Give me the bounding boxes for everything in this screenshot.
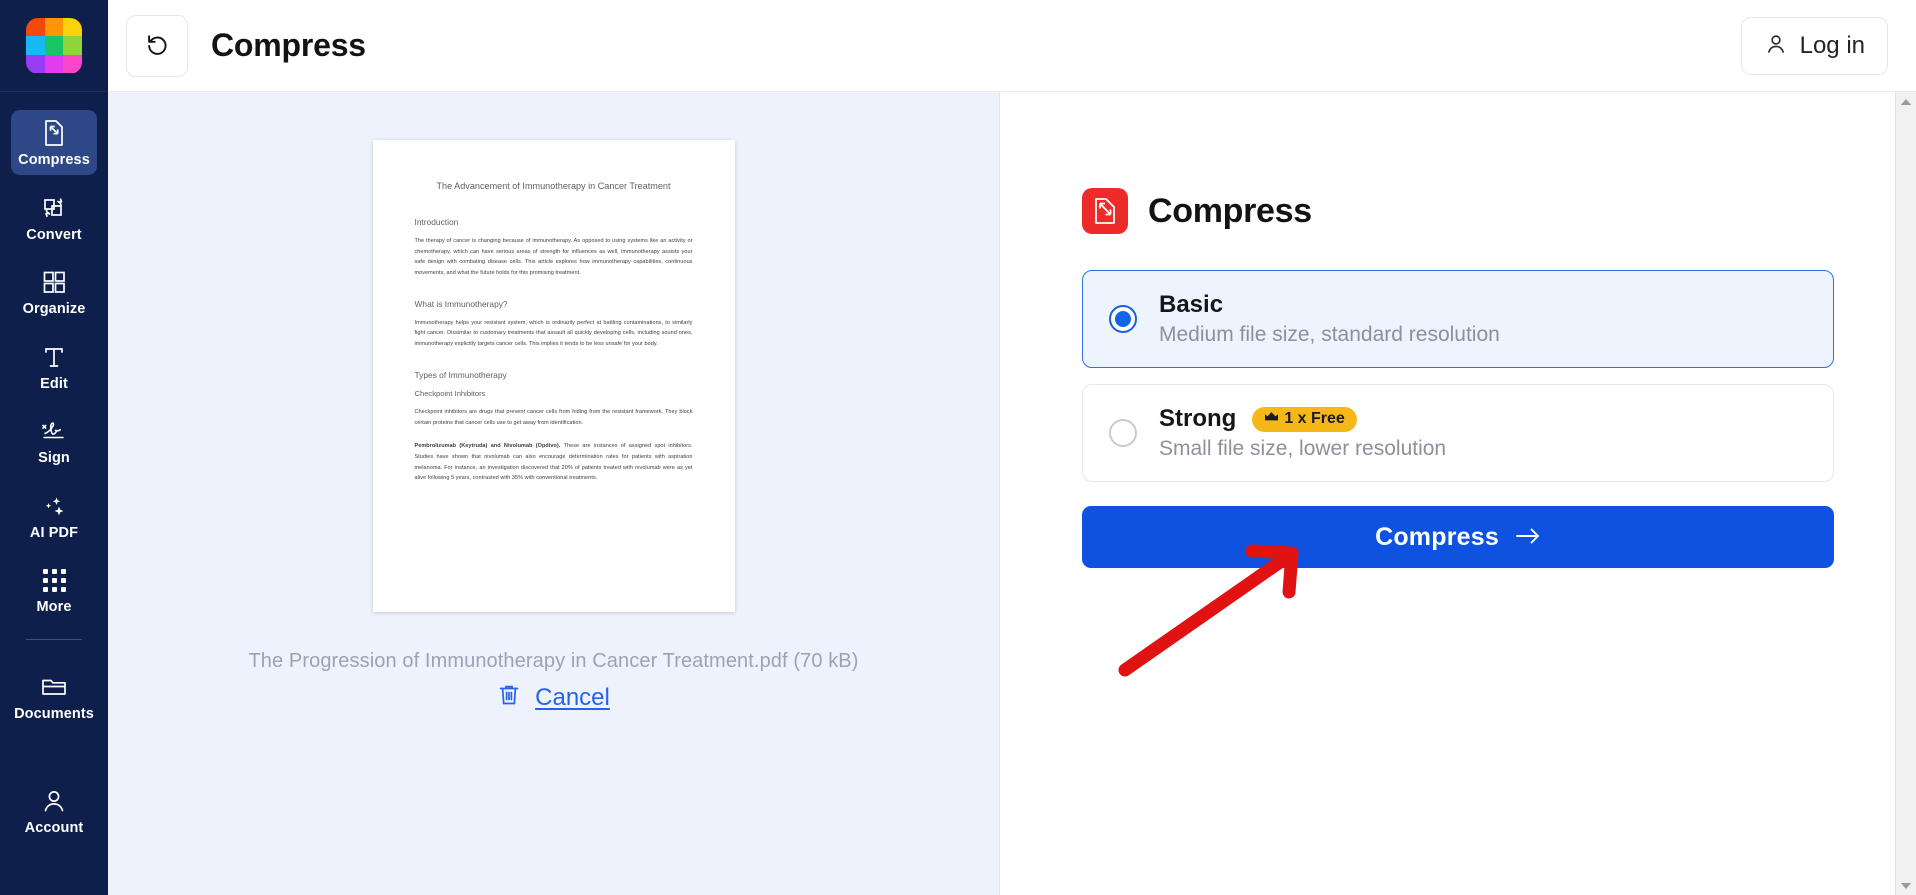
option-strong-name: Strong xyxy=(1159,405,1237,432)
organize-icon xyxy=(40,267,68,297)
app-root: Compress Convert Organize Edit Sign AI P… xyxy=(0,0,1916,895)
sidebar-item-label: Convert xyxy=(26,226,82,243)
user-icon xyxy=(40,786,68,816)
sidebar-item-account[interactable]: Account xyxy=(11,778,97,843)
radio-strong[interactable] xyxy=(1109,419,1137,447)
sidebar-nav-primary: Compress Convert Organize Edit Sign AI P… xyxy=(11,100,97,646)
doc-paragraph: Immunotherapy helps your resistant syste… xyxy=(414,319,693,348)
radio-basic[interactable] xyxy=(1109,305,1137,333)
body-split: The Advancement of Immunotherapy in Canc… xyxy=(108,92,1916,895)
sidebar-item-documents[interactable]: Documents xyxy=(11,664,97,729)
arrow-right-icon xyxy=(1515,527,1541,548)
sidebar-item-ai-pdf[interactable]: AI PDF xyxy=(11,483,97,548)
sidebar-nav-secondary: Documents Account xyxy=(11,646,97,843)
doc-heading: Introduction xyxy=(414,216,459,227)
caret-up-icon[interactable] xyxy=(1896,92,1916,111)
option-basic-title-row: Basic xyxy=(1159,291,1500,319)
sidebar-divider xyxy=(26,638,82,640)
option-strong-description: Small file size, lower resolution xyxy=(1159,437,1447,460)
sidebar: Compress Convert Organize Edit Sign AI P… xyxy=(0,0,108,895)
preview-pane: The Advancement of Immunotherapy in Canc… xyxy=(108,92,1000,895)
sidebar-item-label: Edit xyxy=(40,375,68,392)
user-icon xyxy=(1764,32,1788,59)
login-label: Log in xyxy=(1799,31,1865,59)
status-badge: 1 x Free xyxy=(1252,406,1357,432)
doc-paragraph: The therapy of cancer is changing becaus… xyxy=(414,237,693,276)
logo-container[interactable] xyxy=(0,0,108,92)
doc-paragraph: Pembrolizumab (Keytruda) and Nivolumab (… xyxy=(415,441,693,484)
option-strong[interactable]: Strong 1 x Free Small file size, lower r… xyxy=(1082,384,1834,482)
grid-dots-icon xyxy=(42,565,66,595)
cancel-button[interactable]: Cancel xyxy=(108,682,999,713)
sidebar-item-label: AI PDF xyxy=(29,524,79,541)
options-header: Compress xyxy=(1082,188,1834,234)
signature-icon xyxy=(39,416,69,446)
back-button[interactable] xyxy=(126,14,188,77)
sidebar-item-sign[interactable]: Sign xyxy=(11,408,97,473)
main-column: Compress Log in The Advancement of Immun… xyxy=(108,0,1916,895)
folder-icon xyxy=(39,672,69,702)
option-strong-text: Strong 1 x Free Small file size, lower r… xyxy=(1159,405,1446,461)
doc-paragraph: Checkpoint inhibitors are drugs that pre… xyxy=(414,408,693,426)
sidebar-item-label: Account xyxy=(24,820,84,836)
doc-heading: Types of Immunotherapy xyxy=(414,369,507,380)
crown-icon xyxy=(1264,411,1279,427)
page-title: Compress xyxy=(211,27,366,63)
login-button[interactable]: Log in xyxy=(1740,16,1888,75)
compress-submit-label: Compress xyxy=(1375,522,1499,551)
sidebar-item-more[interactable]: More xyxy=(11,557,97,622)
caret-down-icon[interactable] xyxy=(1896,876,1916,895)
options-pane: Compress Basic Medium file size, standar… xyxy=(1000,92,1916,895)
option-strong-title-row: Strong 1 x Free xyxy=(1159,405,1446,433)
option-basic-description: Medium file size, standard resolution xyxy=(1159,323,1500,346)
sidebar-item-organize[interactable]: Organize xyxy=(11,259,97,324)
smallpdf-logo[interactable] xyxy=(26,17,82,74)
sidebar-item-label: Compress xyxy=(18,152,90,168)
option-basic[interactable]: Basic Medium file size, standard resolut… xyxy=(1082,270,1834,368)
trash-icon xyxy=(497,682,521,713)
document-thumbnail[interactable]: The Advancement of Immunotherapy in Canc… xyxy=(372,140,735,612)
sidebar-item-compress[interactable]: Compress xyxy=(11,110,97,175)
options-title: Compress xyxy=(1148,191,1312,230)
undo-icon xyxy=(143,30,171,61)
cancel-label: Cancel xyxy=(535,683,610,711)
sparkles-icon xyxy=(39,491,69,521)
file-name-label: The Progression of Immunotherapy in Canc… xyxy=(248,650,859,672)
edit-text-icon xyxy=(41,342,67,372)
option-basic-text: Basic Medium file size, standard resolut… xyxy=(1159,291,1500,347)
option-basic-name: Basic xyxy=(1159,291,1224,318)
status-badge-label: 1 x Free xyxy=(1284,409,1345,427)
compress-icon xyxy=(40,118,68,148)
compress-icon xyxy=(1082,188,1128,234)
page-scrollbar[interactable] xyxy=(1895,92,1916,895)
app-header: Compress Log in xyxy=(108,0,1916,92)
sidebar-item-label: Organize xyxy=(22,301,86,317)
compress-submit-button[interactable]: Compress xyxy=(1082,506,1834,568)
sidebar-item-label: Documents xyxy=(14,705,94,722)
doc-heading: What is Immunotherapy? xyxy=(414,298,508,309)
convert-icon xyxy=(39,193,69,223)
doc-subheading: Checkpoint Inhibitors xyxy=(414,388,486,398)
doc-title: The Advancement of Immunotherapy in Canc… xyxy=(436,181,671,191)
sidebar-item-label: Sign xyxy=(38,450,70,466)
sidebar-item-convert[interactable]: Convert xyxy=(11,185,97,250)
sidebar-item-label: More xyxy=(36,599,72,615)
sidebar-item-edit[interactable]: Edit xyxy=(11,334,97,399)
doc-paragraph-lead: Pembrolizumab (Keytruda) and Nivolumab (… xyxy=(414,443,561,450)
